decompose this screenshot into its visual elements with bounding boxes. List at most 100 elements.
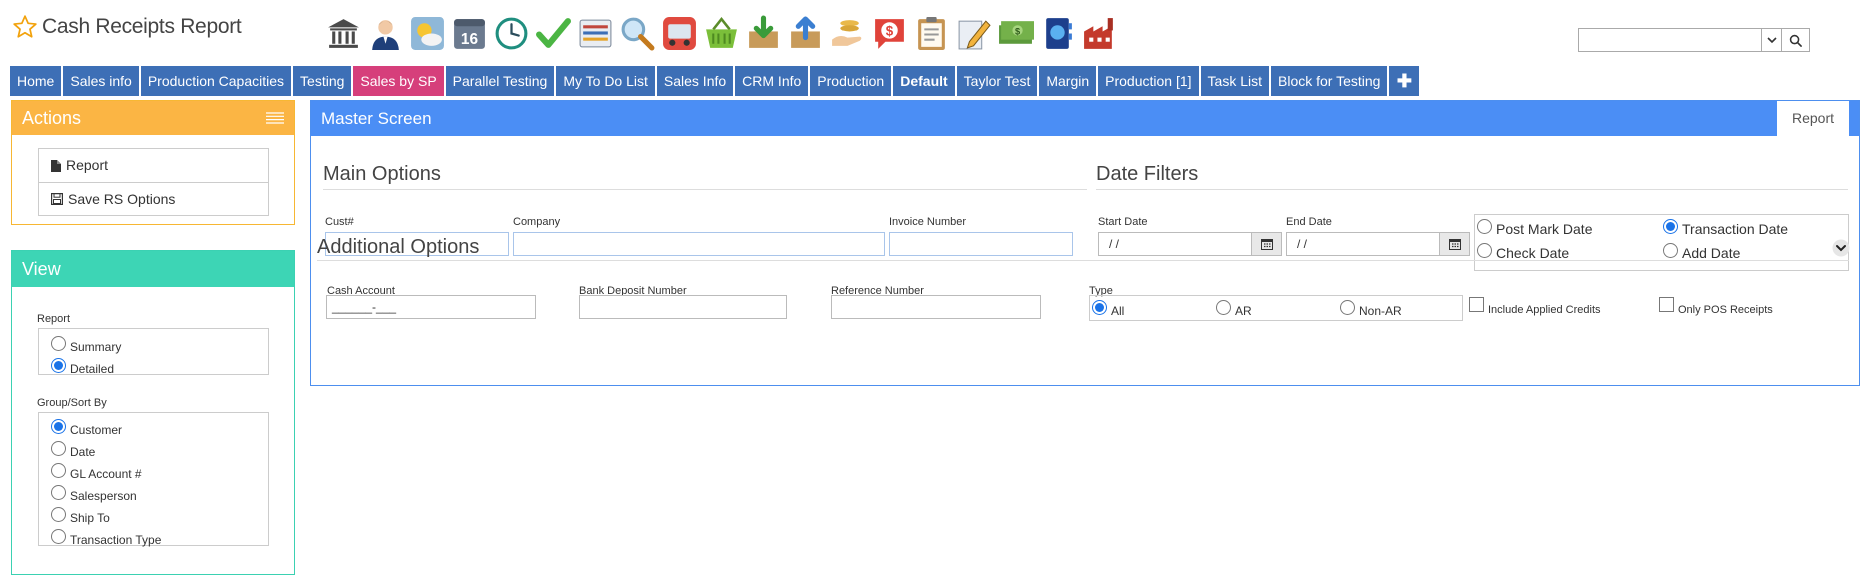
checkmark-icon[interactable] [535,15,572,52]
radio-check-date[interactable]: Check Date [1477,242,1569,261]
chevron-down-icon [1766,37,1777,44]
clipboard-icon[interactable] [913,15,950,52]
radio-summary[interactable]: Summary [39,329,268,354]
radio-type-all[interactable]: All [1092,300,1124,318]
end-date-picker-button[interactable] [1439,233,1469,255]
tab-home[interactable]: Home [10,66,62,96]
radio-button[interactable] [1340,300,1355,315]
tab-sales-info[interactable]: Sales info [63,66,139,96]
radio-customer[interactable]: Customer [39,413,268,437]
tab-testing[interactable]: Testing [293,66,352,96]
user-icon[interactable] [367,15,404,52]
cash-account-input[interactable]: ______-___ [326,295,536,319]
divider [317,260,1849,261]
reference-number-input[interactable] [831,295,1041,319]
collapse-chevron-icon[interactable] [1832,239,1850,257]
radio-button[interactable] [51,336,66,351]
start-date-picker-button[interactable] [1251,233,1281,255]
calendar-16-icon[interactable]: 16 [451,15,488,52]
upload-box-icon[interactable] [787,15,824,52]
actions-title: Actions [22,108,82,128]
radio-date[interactable]: Date [39,434,268,459]
radio-post-mark-date[interactable]: Post Mark Date [1477,218,1592,237]
tab-margin[interactable]: Margin [1039,66,1097,96]
bank-icon[interactable] [325,15,362,52]
tab-report[interactable]: Report [1777,101,1849,136]
radio-button[interactable] [51,507,66,522]
search-icon [1789,34,1802,47]
tab-sales-info-2[interactable]: Sales Info [656,66,734,96]
invoice-number-input[interactable] [889,232,1073,256]
tab-production-1[interactable]: Production [1] [1098,66,1199,96]
bank-deposit-input[interactable] [579,295,787,319]
favorite-star-icon[interactable] [12,14,38,40]
divider [323,189,1087,190]
list-icon[interactable] [577,15,614,52]
radio-detailed[interactable]: Detailed [39,351,268,376]
tab-my-to-do-list[interactable]: My To Do List [556,66,655,96]
include-applied-credits-checkbox[interactable] [1469,297,1484,312]
end-date-input[interactable]: / / [1287,233,1439,255]
add-tab-button[interactable]: ✚ [1389,66,1420,96]
tab-sales-by-sp[interactable]: Sales by SP [353,66,444,96]
end-date-field: / / [1286,232,1470,256]
radio-button-selected[interactable] [1663,218,1678,234]
pencil-icon[interactable] [955,15,992,52]
start-date-input[interactable]: / / [1099,233,1251,255]
dollar-chat-icon[interactable]: $ [871,15,908,52]
money-icon[interactable]: $ [997,15,1034,52]
truck-icon[interactable] [661,15,698,52]
radio-button-selected[interactable] [51,419,66,434]
factory-icon[interactable] [1081,15,1118,52]
radio-button[interactable] [51,529,66,544]
company-input[interactable] [513,232,885,256]
radio-salesperson[interactable]: Salesperson [39,478,268,503]
search-button[interactable] [1781,29,1809,51]
hand-coins-icon[interactable] [829,15,866,52]
only-pos-receipts-option[interactable]: Only POS Receipts [1659,297,1773,316]
tab-production[interactable]: Production [810,66,892,96]
radio-transaction-type[interactable]: Transaction Type [39,522,268,547]
radio-button[interactable] [1663,242,1678,258]
only-pos-receipts-checkbox[interactable] [1659,297,1674,312]
basket-icon[interactable] [703,15,740,52]
tab-production-capacities[interactable]: Production Capacities [140,66,292,96]
radio-button[interactable] [51,441,66,456]
include-applied-credits-option[interactable]: Include Applied Credits [1469,297,1601,316]
radio-button-selected[interactable] [51,358,66,373]
radio-type-non-ar[interactable]: Non-AR [1340,300,1402,318]
radio-button[interactable] [1477,218,1492,234]
actions-list: Report Save RS Options [38,148,269,216]
magnifier-icon[interactable] [619,15,656,52]
svg-text:$: $ [886,24,894,39]
radio-add-date[interactable]: Add Date [1663,242,1740,261]
radio-type-ar[interactable]: AR [1216,300,1252,318]
tab-task-list[interactable]: Task List [1200,66,1269,96]
radio-button-selected[interactable] [1092,300,1107,315]
tab-crm-info[interactable]: CRM Info [735,66,809,96]
weather-icon[interactable] [409,15,446,52]
contact-book-icon[interactable] [1039,15,1076,52]
radio-button[interactable] [1216,300,1231,315]
radio-button[interactable] [1477,242,1492,258]
cust-label: Cust# [325,216,354,228]
radio-transaction-date[interactable]: Transaction Date [1663,218,1788,237]
radio-button[interactable] [51,485,66,500]
search-dropdown-button[interactable] [1761,29,1781,51]
report-action[interactable]: Report [39,149,268,182]
radio-ship-to[interactable]: Ship To [39,500,268,525]
tab-parallel-testing[interactable]: Parallel Testing [445,66,555,96]
menu-icon[interactable] [266,112,284,124]
save-rs-options-action[interactable]: Save RS Options [39,182,268,215]
search-input[interactable] [1579,29,1761,51]
radio-gl-account[interactable]: GL Account # [39,456,268,481]
clock-icon[interactable] [493,15,530,52]
tab-taylor-test[interactable]: Taylor Test [956,66,1038,96]
save-icon [51,193,63,205]
view-title: View [12,251,294,287]
tab-block-for-testing[interactable]: Block for Testing [1271,66,1388,96]
download-box-icon[interactable] [745,15,782,52]
page-title: Cash Receipts Report [42,15,242,38]
radio-button[interactable] [51,463,66,478]
tab-default[interactable]: Default [893,66,955,96]
